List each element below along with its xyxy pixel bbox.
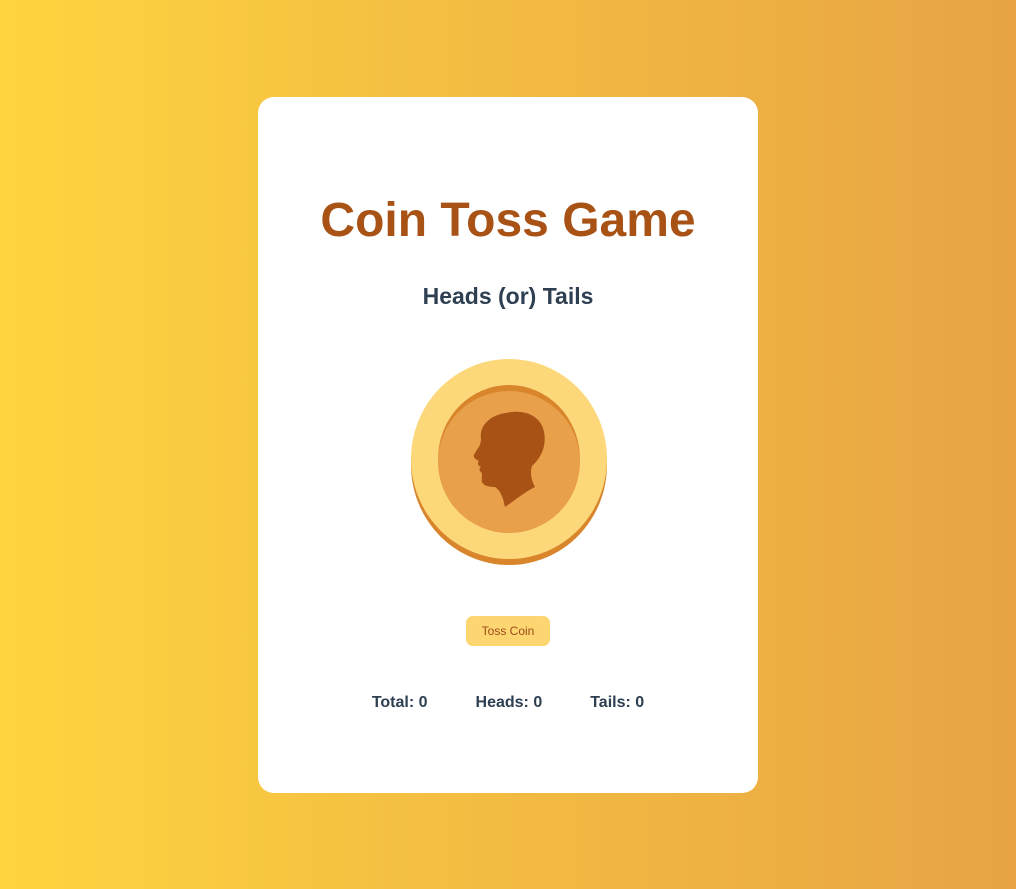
stats-bar: Total: 0 Heads: 0 Tails: 0 [258,694,758,712]
toss-coin-button[interactable]: Toss Coin [466,616,550,646]
page-subtitle: Heads (or) Tails [422,283,594,309]
coin-image [411,359,607,569]
heads-count: Heads: 0 [475,694,543,711]
coin-heads-icon [411,359,607,565]
total-count: Total: 0 [371,694,428,711]
page-title: Coin Toss Game [320,194,696,247]
tails-count: Tails: 0 [590,694,645,711]
game-card: Coin Toss Game Heads (or) Tails Toss Coi… [258,97,758,793]
